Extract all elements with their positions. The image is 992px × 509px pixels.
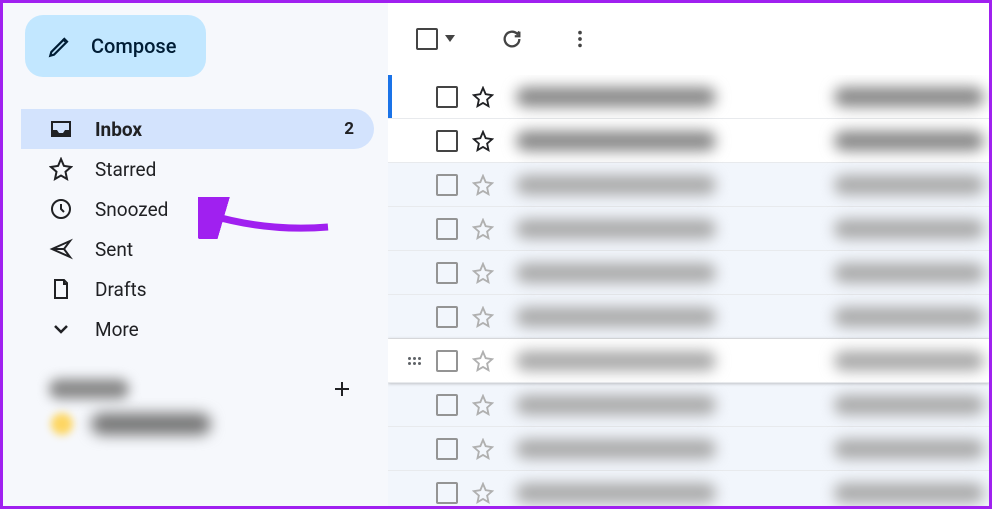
sidebar-item-label: Starred [95, 158, 354, 181]
sidebar-item-label: Sent [95, 238, 354, 261]
select-all-checkbox[interactable] [416, 28, 455, 50]
drag-handle-icon[interactable] [406, 357, 422, 365]
add-label-button[interactable] [330, 377, 354, 401]
pencil-icon [47, 33, 73, 59]
email-sender [516, 351, 716, 371]
dropdown-caret-icon [445, 35, 455, 42]
star-toggle[interactable] [472, 482, 494, 504]
email-sender [516, 263, 716, 283]
email-row[interactable] [388, 119, 989, 163]
row-checkbox[interactable] [436, 394, 458, 416]
email-row[interactable] [388, 251, 989, 295]
sidebar-item-more[interactable]: More [21, 309, 374, 349]
row-checkbox[interactable] [436, 306, 458, 328]
star-toggle[interactable] [472, 218, 494, 240]
email-subject [834, 87, 984, 107]
email-sender [516, 87, 716, 107]
main-pane [388, 3, 989, 506]
email-subject [834, 439, 984, 459]
email-sender [516, 131, 716, 151]
email-subject [834, 483, 984, 503]
row-checkbox[interactable] [436, 86, 458, 108]
chevron-down-icon [49, 317, 73, 341]
row-checkbox[interactable] [436, 218, 458, 240]
email-subject [834, 219, 984, 239]
toolbar [388, 3, 989, 75]
more-menu-button[interactable] [569, 28, 591, 50]
row-checkbox[interactable] [436, 350, 458, 372]
label-row[interactable] [21, 401, 388, 435]
star-toggle[interactable] [472, 130, 494, 152]
row-checkbox[interactable] [436, 482, 458, 504]
email-subject [834, 395, 984, 415]
sidebar-item-inbox[interactable]: Inbox 2 [21, 109, 374, 149]
labels-heading [49, 379, 129, 399]
star-toggle[interactable] [472, 350, 494, 372]
compose-label: Compose [91, 34, 176, 58]
refresh-button[interactable] [501, 28, 523, 50]
row-checkbox[interactable] [436, 174, 458, 196]
email-row[interactable] [388, 295, 989, 339]
star-toggle[interactable] [472, 174, 494, 196]
sidebar-item-drafts[interactable]: Drafts [21, 269, 374, 309]
sidebar-item-snoozed[interactable]: Snoozed [21, 189, 374, 229]
compose-button[interactable]: Compose [25, 15, 206, 77]
send-icon [49, 237, 73, 261]
email-row[interactable] [388, 383, 989, 427]
sidebar-item-label: More [95, 318, 354, 341]
label-color-dot [51, 413, 73, 435]
email-sender [516, 307, 716, 327]
star-toggle[interactable] [472, 86, 494, 108]
file-icon [49, 277, 73, 301]
email-subject [834, 175, 984, 195]
email-sender [516, 219, 716, 239]
email-subject [834, 351, 984, 371]
sidebar-item-label: Inbox [95, 118, 322, 141]
checkbox-icon [416, 28, 438, 50]
sidebar-item-starred[interactable]: Starred [21, 149, 374, 189]
sidebar: Compose Inbox 2 Starred Snoozed Sent [3, 3, 388, 506]
star-icon [49, 157, 73, 181]
email-list [388, 75, 989, 506]
email-sender [516, 395, 716, 415]
email-subject [834, 131, 984, 151]
labels-section [21, 377, 388, 401]
star-toggle[interactable] [472, 306, 494, 328]
sidebar-item-label: Snoozed [95, 198, 354, 221]
email-row[interactable] [388, 163, 989, 207]
row-checkbox[interactable] [436, 262, 458, 284]
star-toggle[interactable] [472, 262, 494, 284]
email-row[interactable] [388, 75, 989, 119]
sidebar-item-label: Drafts [95, 278, 354, 301]
star-toggle[interactable] [472, 394, 494, 416]
email-row[interactable] [388, 207, 989, 251]
email-subject [834, 263, 984, 283]
email-sender [516, 483, 716, 503]
inbox-icon [49, 117, 73, 141]
row-checkbox[interactable] [436, 438, 458, 460]
email-row[interactable] [388, 427, 989, 471]
email-row[interactable] [388, 339, 989, 383]
inbox-count: 2 [344, 119, 354, 139]
row-checkbox[interactable] [436, 130, 458, 152]
sidebar-item-sent[interactable]: Sent [21, 229, 374, 269]
email-sender [516, 439, 716, 459]
nav-list: Inbox 2 Starred Snoozed Sent Drafts [21, 109, 388, 349]
email-sender [516, 175, 716, 195]
email-subject [834, 307, 984, 327]
label-name [91, 413, 211, 435]
star-toggle[interactable] [472, 438, 494, 460]
email-row[interactable] [388, 471, 989, 506]
clock-icon [49, 197, 73, 221]
